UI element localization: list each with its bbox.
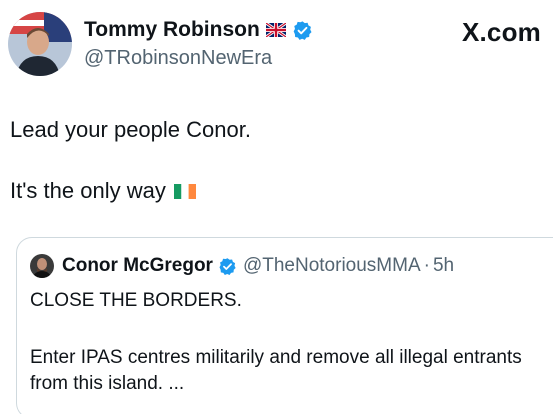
author-name-row: Tommy Robinson [84, 18, 313, 42]
quoted-author-handle[interactable]: @TheNotoriousMMA [243, 255, 421, 277]
tweet-text-line1: Lead your people Conor. [10, 117, 251, 142]
author-handle[interactable]: @TRobinsonNewEra [84, 47, 272, 70]
author-avatar[interactable] [8, 12, 72, 76]
author-display-name[interactable]: Tommy Robinson [84, 18, 260, 42]
tweet-text-line2: It's the only way [10, 178, 166, 203]
uk-flag-icon [265, 23, 286, 37]
verified-badge-icon [293, 20, 312, 40]
profile-avatar-icon [8, 12, 72, 76]
tweet-text-line2-row: It's the only way [10, 178, 196, 204]
quoted-tweet-text-line2: Enter IPAS centres militarily and remove… [30, 347, 522, 394]
quoted-tweet-text-line1: CLOSE THE BORDERS. [30, 290, 242, 311]
quoted-separator: · [423, 255, 430, 276]
quoted-author-name[interactable]: Conor McGregor [62, 255, 213, 277]
quoted-timestamp[interactable]: 5h [433, 255, 454, 277]
quoted-tweet-header: Conor McGregor @TheNotoriousMMA · 5h [62, 255, 454, 277]
brand-logo: X.com [461, 17, 541, 47]
quoted-author-avatar[interactable] [30, 254, 54, 278]
ireland-flag-icon [173, 183, 196, 199]
profile-avatar-icon [30, 254, 54, 278]
verified-badge-icon [219, 257, 236, 275]
